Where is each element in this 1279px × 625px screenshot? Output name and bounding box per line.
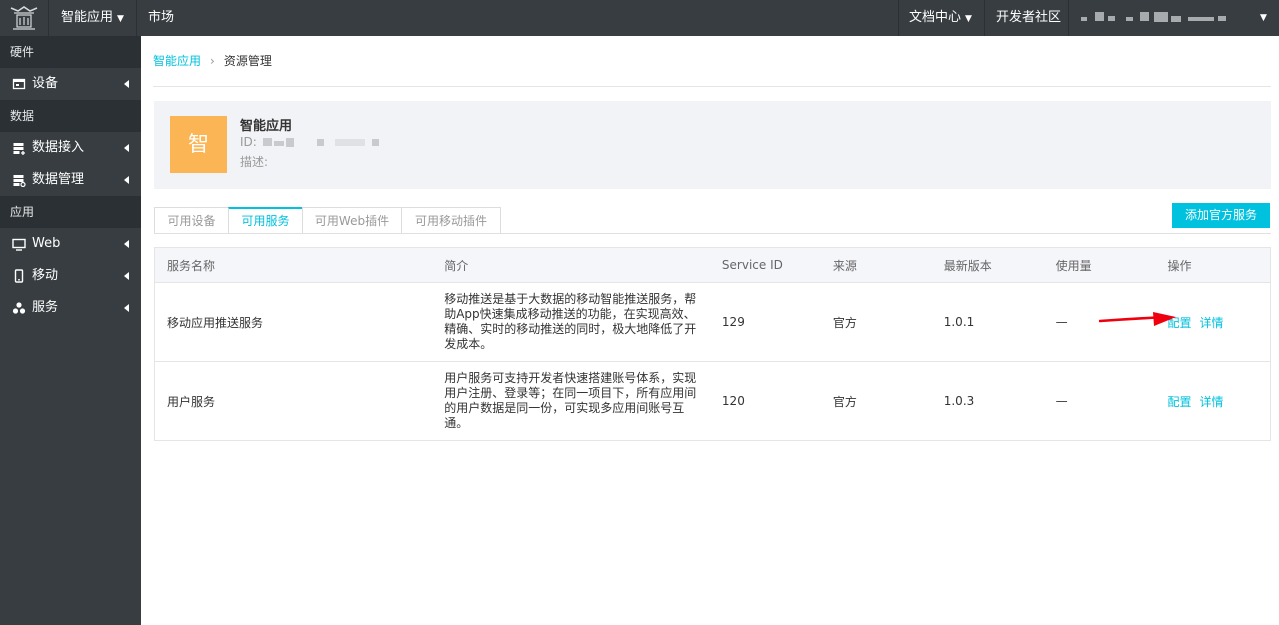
account-name-redacted[interactable] [1080, 11, 1250, 24]
sidebar-item-label: 服务 [32, 300, 59, 315]
service-version: 1.0.3 [931, 361, 1044, 441]
add-official-service-button[interactable]: 添加官方服务 [1172, 203, 1270, 228]
chevron-down-icon: ▼ [965, 14, 972, 24]
tab-available-services[interactable]: 可用服务 [228, 207, 303, 233]
service-usage: — [1043, 361, 1156, 441]
service-name: 用户服务 [154, 361, 433, 441]
tabs-underline [154, 233, 1271, 234]
service-actions: 配置 详情 [1155, 361, 1271, 441]
topnav-divider [136, 0, 137, 36]
docs-center-label: 文档中心 [909, 10, 962, 25]
chevron-left-icon [124, 80, 129, 88]
developer-community-link[interactable]: 开发者社区 [986, 0, 1071, 36]
service-version: 1.0.1 [931, 282, 1044, 362]
chevron-down-icon: ▼ [117, 14, 124, 24]
detail-link[interactable]: 详情 [1200, 395, 1224, 409]
app-description: 描述: [240, 153, 268, 170]
sidebar-group-hardware: 硬件 [0, 36, 141, 68]
mobile-icon [14, 269, 24, 283]
column-header-service-id: Service ID [709, 247, 821, 283]
sidebar-item-label: 移动 [32, 268, 59, 283]
sidebar-item-web[interactable]: Web [0, 228, 141, 260]
column-header-actions: 操作 [1155, 247, 1271, 283]
chevron-left-icon [124, 240, 129, 248]
sidebar-item-mobile[interactable]: 移动 [0, 260, 141, 292]
breadcrumb-current: 资源管理 [223, 54, 272, 68]
service-id: 129 [709, 282, 821, 362]
chevron-left-icon [124, 304, 129, 312]
column-header-source: 来源 [820, 247, 932, 283]
breadcrumb-root-link[interactable]: 智能应用 [153, 54, 201, 68]
app-info-card: 智 智能应用 ID: 描述: [154, 101, 1271, 189]
tab-available-devices[interactable]: 可用设备 [154, 207, 229, 233]
sidebar-item-label: 设备 [32, 76, 59, 91]
chevron-right-icon: › [210, 54, 215, 68]
chevron-left-icon [124, 144, 129, 152]
app-name: 智能应用 [240, 119, 293, 134]
sidebar-item-service[interactable]: 服务 [0, 292, 141, 324]
docs-center-dropdown[interactable]: 文档中心 ▼ [899, 0, 982, 36]
service-source: 官方 [820, 361, 932, 441]
logo-icon[interactable] [8, 4, 40, 32]
sidebar-item-device[interactable]: 设备 [0, 68, 141, 100]
account-chevron-down-icon[interactable]: ▼ [1260, 13, 1267, 23]
app-avatar: 智 [170, 116, 227, 173]
chevron-left-icon [124, 176, 129, 184]
sidebar-group-application: 应用 [0, 196, 141, 228]
market-label: 市场 [148, 10, 175, 25]
sidebar: 硬件 设备 数据 数据接入 数据管理 应用 Web 移动 服务 [0, 36, 141, 625]
service-name: 移动应用推送服务 [154, 282, 433, 362]
service-icon [12, 302, 26, 314]
app-menu-dropdown[interactable]: 智能应用 ▼ [51, 0, 134, 36]
main-content: 智能应用 › 资源管理 智 智能应用 ID: 描述: 可用设备 可用服务 可用Web… [141, 36, 1279, 625]
topnav-divider [984, 0, 985, 36]
tab-available-web-plugins[interactable]: 可用Web插件 [302, 207, 402, 233]
topnav-divider [1068, 0, 1069, 36]
app-id-label: ID: [240, 135, 257, 149]
app-desc-label: 描述: [240, 155, 269, 169]
sidebar-item-data-access[interactable]: 数据接入 [0, 132, 141, 164]
chevron-left-icon [124, 272, 129, 280]
tab-available-mobile-plugins[interactable]: 可用移动插件 [401, 207, 501, 233]
app-menu-label: 智能应用 [61, 10, 114, 25]
table-header-row: 服务名称 简介 Service ID 来源 最新版本 使用量 操作 [154, 247, 1271, 283]
market-link[interactable]: 市场 [138, 0, 184, 36]
data-manage-icon [13, 175, 26, 187]
service-id: 120 [709, 361, 821, 441]
sidebar-item-label: 数据接入 [32, 140, 85, 155]
column-header-usage: 使用量 [1043, 247, 1156, 283]
top-navigation-bar: 智能应用 ▼ 市场 文档中心 ▼ 开发者社区 ▼ [0, 0, 1279, 36]
sidebar-item-label: Web [32, 236, 61, 251]
developer-community-label: 开发者社区 [996, 10, 1062, 25]
breadcrumb: 智能应用 › 资源管理 [153, 36, 1271, 87]
sidebar-group-data: 数据 [0, 100, 141, 132]
sidebar-item-data-manage[interactable]: 数据管理 [0, 164, 141, 196]
services-table: 服务名称 简介 Service ID 来源 最新版本 使用量 操作 移动应用推送… [154, 247, 1271, 441]
monitor-icon [12, 238, 26, 251]
topnav-divider [48, 0, 49, 36]
column-header-intro: 简介 [432, 247, 710, 283]
service-intro: 用户服务可支持开发者快速搭建账号体系，实现用户注册、登录等；在同一项目下，所有应… [432, 361, 710, 441]
detail-link[interactable]: 详情 [1200, 316, 1224, 330]
sidebar-item-label: 数据管理 [32, 172, 85, 187]
device-icon [12, 78, 26, 90]
data-access-icon [13, 143, 25, 155]
table-row: 用户服务 用户服务可支持开发者快速搭建账号体系，实现用户注册、登录等；在同一项目… [154, 361, 1271, 441]
column-header-version: 最新版本 [931, 247, 1044, 283]
config-link[interactable]: 配置 [1168, 395, 1192, 409]
service-intro: 移动推送是基于大数据的移动智能推送服务，帮助App快速集成移动推送的功能，在实现… [432, 282, 710, 362]
app-id-value-redacted [261, 137, 386, 148]
app-id: ID: [240, 135, 386, 149]
service-source: 官方 [820, 282, 932, 362]
column-header-name: 服务名称 [154, 247, 433, 283]
red-arrow-annotation-icon [1099, 312, 1176, 326]
